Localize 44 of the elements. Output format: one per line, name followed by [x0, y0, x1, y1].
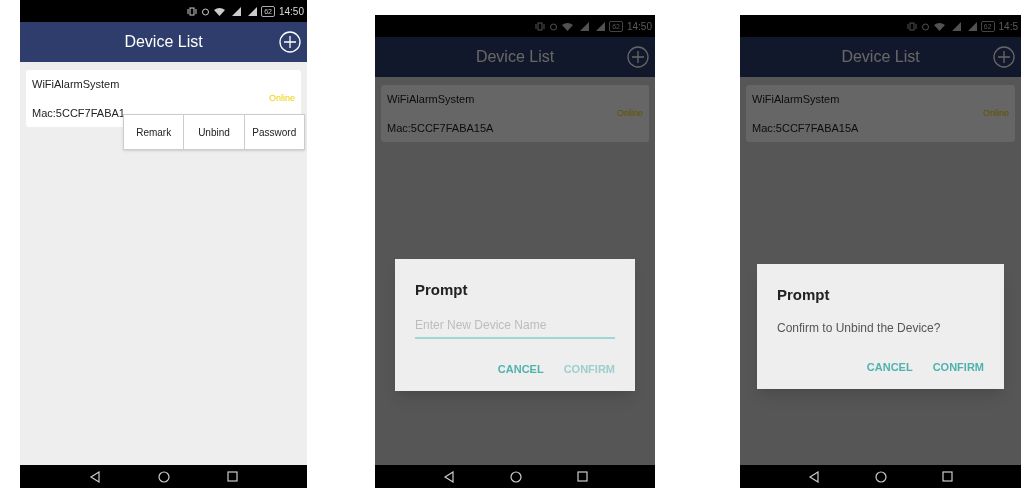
dialog-title: Prompt	[777, 285, 831, 305]
device-status: Online	[269, 91, 295, 105]
add-icon[interactable]	[279, 31, 301, 53]
vibrate-icon	[535, 21, 546, 31]
back-icon[interactable]	[88, 470, 101, 483]
home-icon[interactable]	[158, 470, 170, 483]
home-icon[interactable]	[509, 470, 522, 483]
dialog-title: Prompt	[415, 280, 469, 300]
recents-icon[interactable]	[227, 471, 239, 482]
header-title: Device List	[841, 47, 920, 67]
status-time: 14:50	[278, 4, 304, 19]
device-card[interactable]: WiFiAlarmSystem Mac:5CCF7FABA15A Online	[381, 85, 649, 142]
alarm-icon	[920, 21, 930, 31]
menu-item[interactable]: Unbind	[183, 115, 244, 149]
wifi-icon	[214, 6, 226, 16]
dialog-message: Confirm to Unbind the Device?	[777, 319, 942, 337]
dialog-button[interactable]: CANCEL	[866, 358, 913, 375]
back-icon[interactable]	[807, 470, 820, 483]
device-mac: Mac:5CCF7FABA1	[32, 105, 125, 121]
dialog-button[interactable]: CONFIRM	[932, 358, 984, 375]
vibrate-icon	[906, 21, 917, 31]
wifi-icon	[562, 21, 574, 31]
wifi-icon	[933, 21, 945, 31]
device-name: WiFiAlarmSystem	[387, 92, 476, 107]
alarm-icon	[549, 21, 559, 31]
status-time: 14:50	[626, 19, 652, 34]
device-status: Online	[983, 106, 1009, 120]
vibrate-icon	[187, 6, 198, 16]
dialog-button[interactable]: CANCEL	[497, 360, 544, 377]
device-card[interactable]: WiFiAlarmSystem Mac:5CCF7FABA15A Online	[746, 85, 1015, 142]
header-title: Device List	[475, 47, 555, 67]
status-time: 14:5	[998, 19, 1018, 34]
recents-icon[interactable]	[576, 471, 588, 482]
device-name: WiFiAlarmSystem	[32, 77, 121, 92]
menu-item[interactable]: Password	[243, 115, 304, 149]
recents-icon[interactable]	[942, 471, 954, 482]
alarm-icon	[201, 6, 211, 16]
device-status: Online	[617, 106, 643, 120]
back-icon[interactable]	[442, 470, 455, 483]
device-mac: Mac:5CCF7FABA15A	[752, 120, 859, 136]
home-icon[interactable]	[875, 470, 887, 483]
device-mac: Mac:5CCF7FABA15A	[387, 120, 494, 136]
device-name: WiFiAlarmSystem	[752, 92, 841, 107]
header-title: Device List	[124, 32, 203, 52]
